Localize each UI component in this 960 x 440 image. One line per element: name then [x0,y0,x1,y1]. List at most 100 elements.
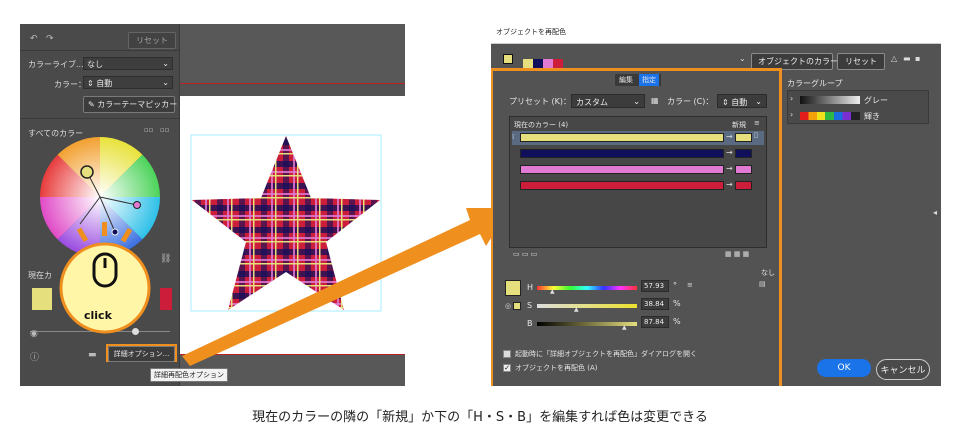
folder-icon[interactable]: ▬ [903,54,911,63]
caption: 現在のカラーの隣の「新規」か下の「H・S・B」を編集すれば色は変更できる [252,410,708,425]
current-color-bar[interactable] [520,165,724,174]
h-unit: ° [673,281,677,290]
active-color-swatch[interactable] [503,54,513,64]
chevron-down-icon: ⌄ [162,59,169,68]
arrow-right-icon[interactable]: → [726,148,733,157]
dialog-titlebar: オブジェクトを再配色 [491,18,941,44]
new-color-bar[interactable] [735,133,752,142]
color-group-bright[interactable]: › 輝き [788,109,928,123]
eye-icon[interactable]: ◉ [30,329,38,339]
row-toggle-icon[interactable]: ▯ [754,131,758,139]
new-color-bar[interactable] [735,165,752,174]
color-count-select[interactable]: ⇕ 自動 ⌄ [83,76,173,89]
swatch-strip[interactable] [523,54,563,69]
color-count-value: 自動 [96,79,113,88]
s-label: S [527,301,533,310]
new-color-bar[interactable] [735,149,752,158]
arrow-right-icon[interactable]: → [726,180,733,189]
recolor-checkbox-label: オブジェクトを再配色 (A) [515,364,598,372]
swatch-yellow[interactable] [32,288,52,310]
color-row-yellow[interactable]: ⁞ → ▯ [512,131,764,145]
new-label: 新規 [732,121,746,129]
tooltip: 詳細再配色オプション [150,368,228,382]
b-unit: % [673,317,681,326]
saturation-slider-handle[interactable]: ▲ [574,306,579,313]
color-groups-list: › グレー › 輝き [787,90,929,124]
reset-button[interactable]: リセット [128,32,176,49]
canvas-top [180,24,405,84]
mouse-click-badge [59,222,151,334]
group-gray-label: グレー [864,96,888,105]
current-color-bar[interactable] [520,149,724,158]
color-group-gray[interactable]: › グレー [788,93,928,107]
cancel-button[interactable]: キャンセル [876,359,930,380]
selected-color-preview[interactable] [505,280,521,296]
preset-value: カスタム [576,98,608,107]
hue-slider-handle[interactable]: ▲ [550,288,555,295]
advanced-options-button[interactable]: 詳細オプション... [108,346,175,362]
menu-icon[interactable]: ≡ [687,281,693,289]
current-color-bar[interactable] [520,181,724,190]
s-unit: % [673,299,681,308]
undo-icon[interactable]: ↶ [30,34,38,44]
library-icon[interactable]: ▤ [759,280,766,288]
new-color-bar[interactable] [735,181,752,190]
b-input[interactable]: 87.84 [641,316,669,328]
reset-button[interactable]: リセット [837,53,885,70]
ok-button[interactable]: OK [817,359,871,377]
divider [20,50,180,51]
chevron-down-icon: ⌄ [633,97,640,106]
startup-checkbox-label: 起動時に「詳細オブジェクトを再配色」ダイアログを開く [515,350,697,358]
row-tools-icon[interactable]: ▦ ▦ ▦ [725,250,749,258]
tab-assign[interactable]: 指定 [639,74,659,86]
color-theme-picker-button[interactable]: ✎ カラーテーマピッカー [83,96,177,113]
merge-colors-icon[interactable]: ▭ ▭ ▭ [513,250,537,258]
chevron-right-icon: › [790,110,794,119]
color-row-red[interactable]: → [512,179,764,193]
info-icon[interactable]: ⓘ [30,350,39,363]
library-select[interactable]: なし ⌄ [83,57,173,70]
color-label: カラー： [54,80,86,89]
stepper-icon: ⇕ [87,79,97,88]
color-mode-icon[interactable]: ◎ [505,302,511,310]
gray-swatches [800,96,860,104]
trash-icon[interactable]: ▪ [915,54,920,63]
bright-swatches [800,112,860,120]
tab-edit[interactable]: 編集 [619,75,633,85]
current-colors-label: 現在カ [28,271,52,280]
chevron-down-icon: ⌄ [162,78,169,87]
click-label: click [84,309,112,322]
chevron-down-icon[interactable]: ⌄ [739,54,746,63]
library-label: カラーライブ... [28,60,84,69]
library-value: なし [87,60,103,69]
saturation-slider[interactable] [537,304,637,308]
mini-swatch[interactable] [513,302,521,310]
arrow-right-icon[interactable]: → [726,164,733,173]
menu-icon[interactable]: ≡ [754,119,760,127]
h-input[interactable]: 57.93 [641,280,669,292]
expand-panel-icon[interactable]: ◂ [933,208,937,217]
folder-icon[interactable]: ▬ [88,350,97,360]
startup-checkbox[interactable] [503,350,511,358]
redo-icon[interactable]: ↷ [46,34,54,44]
color-row-navy[interactable]: → [512,147,764,161]
group-bright-label: 輝き [864,112,880,121]
preset-select[interactable]: カスタム ⌄ [571,94,645,108]
colors-select[interactable]: ⇕ 自動 ⌄ [717,94,767,108]
pointer-arrow [182,208,510,366]
tab-bar: 編集 指定 [615,74,661,86]
colors-label: カラー (C)： [667,97,714,106]
preset-options-icon[interactable]: ▦ [651,96,659,105]
row-handle-icon: ⁞ [512,133,515,141]
recolor-checkbox[interactable]: ✓ [503,364,511,372]
current-color-bar[interactable] [520,133,724,142]
color-row-pink[interactable]: → [512,163,764,177]
divider [20,118,180,119]
none-label: なし [761,269,775,277]
brightness-slider-handle[interactable]: ▲ [622,324,627,331]
color-groups-label: カラーグループ [787,79,843,88]
s-input[interactable]: 38.84 [641,298,669,310]
arrow-right-icon[interactable]: → [726,132,733,141]
stepper-icon: ⇕ [722,98,732,107]
eyedropper-icon: ✎ [88,100,98,109]
